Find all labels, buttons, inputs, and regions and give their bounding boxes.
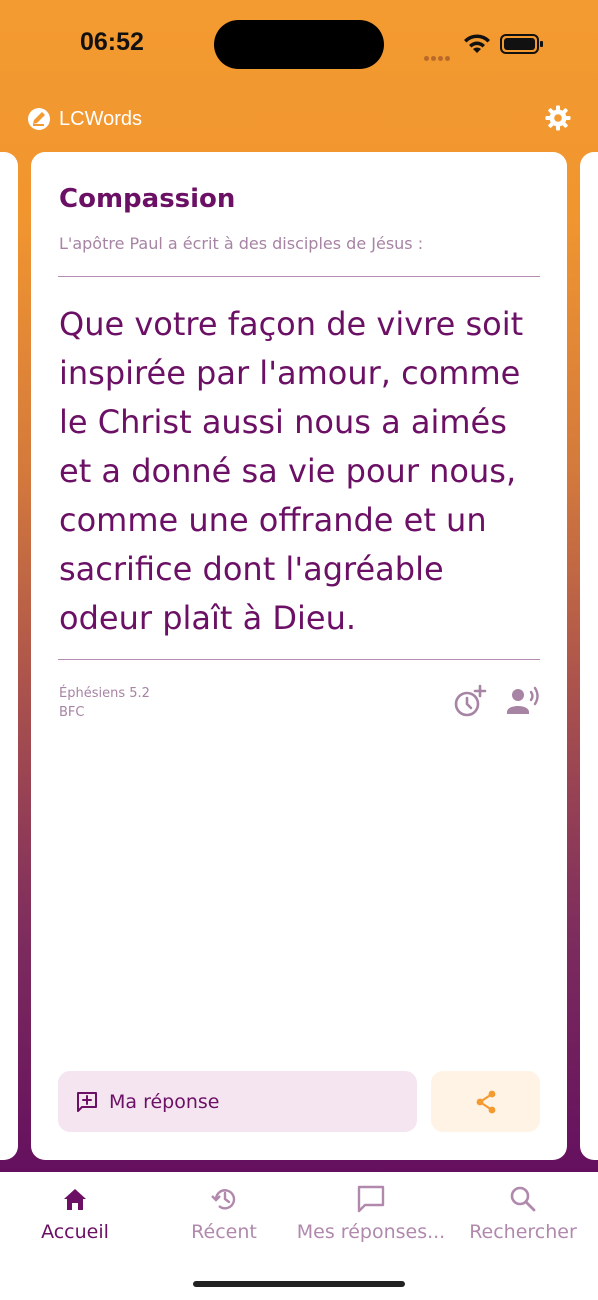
history-add-icon[interactable] bbox=[453, 684, 487, 718]
home-indicator bbox=[193, 1281, 405, 1287]
listen-icon[interactable] bbox=[505, 684, 541, 718]
reference-text: Éphésiens 5.2 bbox=[59, 686, 150, 701]
app-header: LCWords bbox=[27, 104, 142, 134]
divider bbox=[58, 276, 540, 277]
wifi-icon bbox=[464, 34, 490, 53]
app-logo-icon bbox=[28, 108, 50, 130]
nav-my-replies[interactable]: Mes réponses... bbox=[296, 1184, 446, 1243]
nav-home[interactable]: Accueil bbox=[0, 1184, 150, 1243]
app-title: LCWords bbox=[59, 107, 142, 130]
cellular-signal-icon bbox=[424, 46, 452, 65]
nav-label: Récent bbox=[191, 1221, 257, 1243]
home-icon bbox=[64, 1189, 86, 1210]
nav-search[interactable]: Rechercher bbox=[448, 1184, 598, 1243]
status-time: 06:52 bbox=[80, 28, 144, 56]
bible-version: BFC bbox=[59, 705, 85, 720]
verse-line: et a donné sa vie pour nous, bbox=[59, 452, 517, 490]
verse-line: odeur plaît à Dieu. bbox=[59, 599, 357, 637]
search-icon bbox=[510, 1186, 536, 1212]
card-intro: L'apôtre Paul a écrit à des disciples de… bbox=[59, 234, 424, 253]
verse-line: inspirée par l'amour, comme bbox=[59, 354, 521, 392]
nav-label: Mes réponses... bbox=[296, 1221, 446, 1243]
verse-text: Que votre façon de vivre soit inspirée p… bbox=[59, 300, 539, 643]
dynamic-island bbox=[214, 20, 384, 69]
verse-line: Que votre façon de vivre soit bbox=[59, 305, 524, 343]
nav-label: Rechercher bbox=[469, 1221, 577, 1243]
previous-card[interactable] bbox=[0, 152, 18, 1160]
verse-reference: Éphésiens 5.2 BFC bbox=[59, 684, 150, 722]
card-title: Compassion bbox=[59, 184, 236, 214]
chat-icon bbox=[357, 1185, 385, 1213]
verse-line: sacrifice dont l'agréable bbox=[59, 550, 444, 588]
nav-recent[interactable]: Récent bbox=[149, 1184, 299, 1243]
verse-card: Compassion L'apôtre Paul a écrit à des d… bbox=[31, 152, 567, 1160]
divider bbox=[58, 659, 540, 660]
add-note-icon bbox=[77, 1091, 97, 1112]
history-icon bbox=[211, 1189, 236, 1210]
my-reply-label: Ma réponse bbox=[109, 1090, 220, 1113]
share-button[interactable] bbox=[431, 1071, 540, 1132]
verse-line: le Christ aussi nous a aimés bbox=[59, 403, 507, 441]
battery-icon bbox=[500, 34, 543, 54]
verse-line: comme une offrande et un bbox=[59, 501, 487, 539]
share-icon bbox=[476, 1090, 495, 1113]
gear-icon[interactable] bbox=[544, 104, 572, 132]
nav-label: Accueil bbox=[41, 1221, 109, 1243]
my-reply-button[interactable]: Ma réponse bbox=[58, 1071, 417, 1132]
next-card[interactable] bbox=[580, 152, 598, 1160]
